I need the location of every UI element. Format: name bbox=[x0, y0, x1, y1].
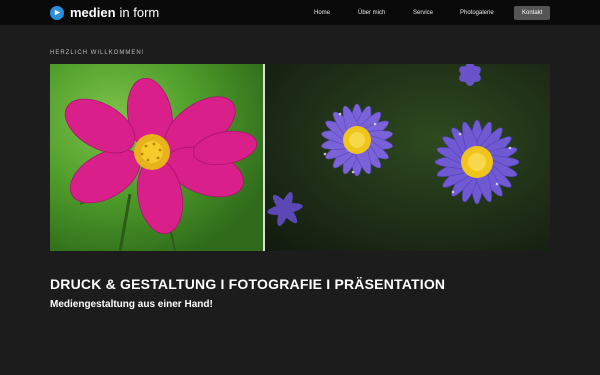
nav-service[interactable]: Service bbox=[413, 6, 433, 20]
welcome-label: HERZLICH WILLKOMMEN! bbox=[50, 50, 145, 56]
top-navigation-bar: medien in form Home Über mich Service Ph… bbox=[0, 0, 600, 25]
pink-flower-graphic bbox=[64, 77, 258, 251]
nav-home[interactable]: Home bbox=[314, 6, 330, 20]
hero-image bbox=[50, 64, 550, 251]
nav-kontakt-button[interactable]: Kontakt bbox=[514, 6, 551, 20]
page-subline: Mediengestaltung aus einer Hand! bbox=[50, 299, 213, 310]
nav-photogalerie[interactable]: Photogalerie bbox=[460, 6, 494, 20]
purple-flowers-graphic bbox=[267, 64, 520, 227]
main-nav: Home Über mich Service Photogalerie Kont… bbox=[0, 6, 600, 20]
page-headline: DRUCK & GESTALTUNG I FOTOGRAFIE I PRÄSEN… bbox=[50, 276, 446, 292]
nav-ueber-mich[interactable]: Über mich bbox=[358, 6, 385, 20]
pink-cosmos-image bbox=[50, 64, 263, 251]
purple-aster-image bbox=[265, 64, 550, 251]
